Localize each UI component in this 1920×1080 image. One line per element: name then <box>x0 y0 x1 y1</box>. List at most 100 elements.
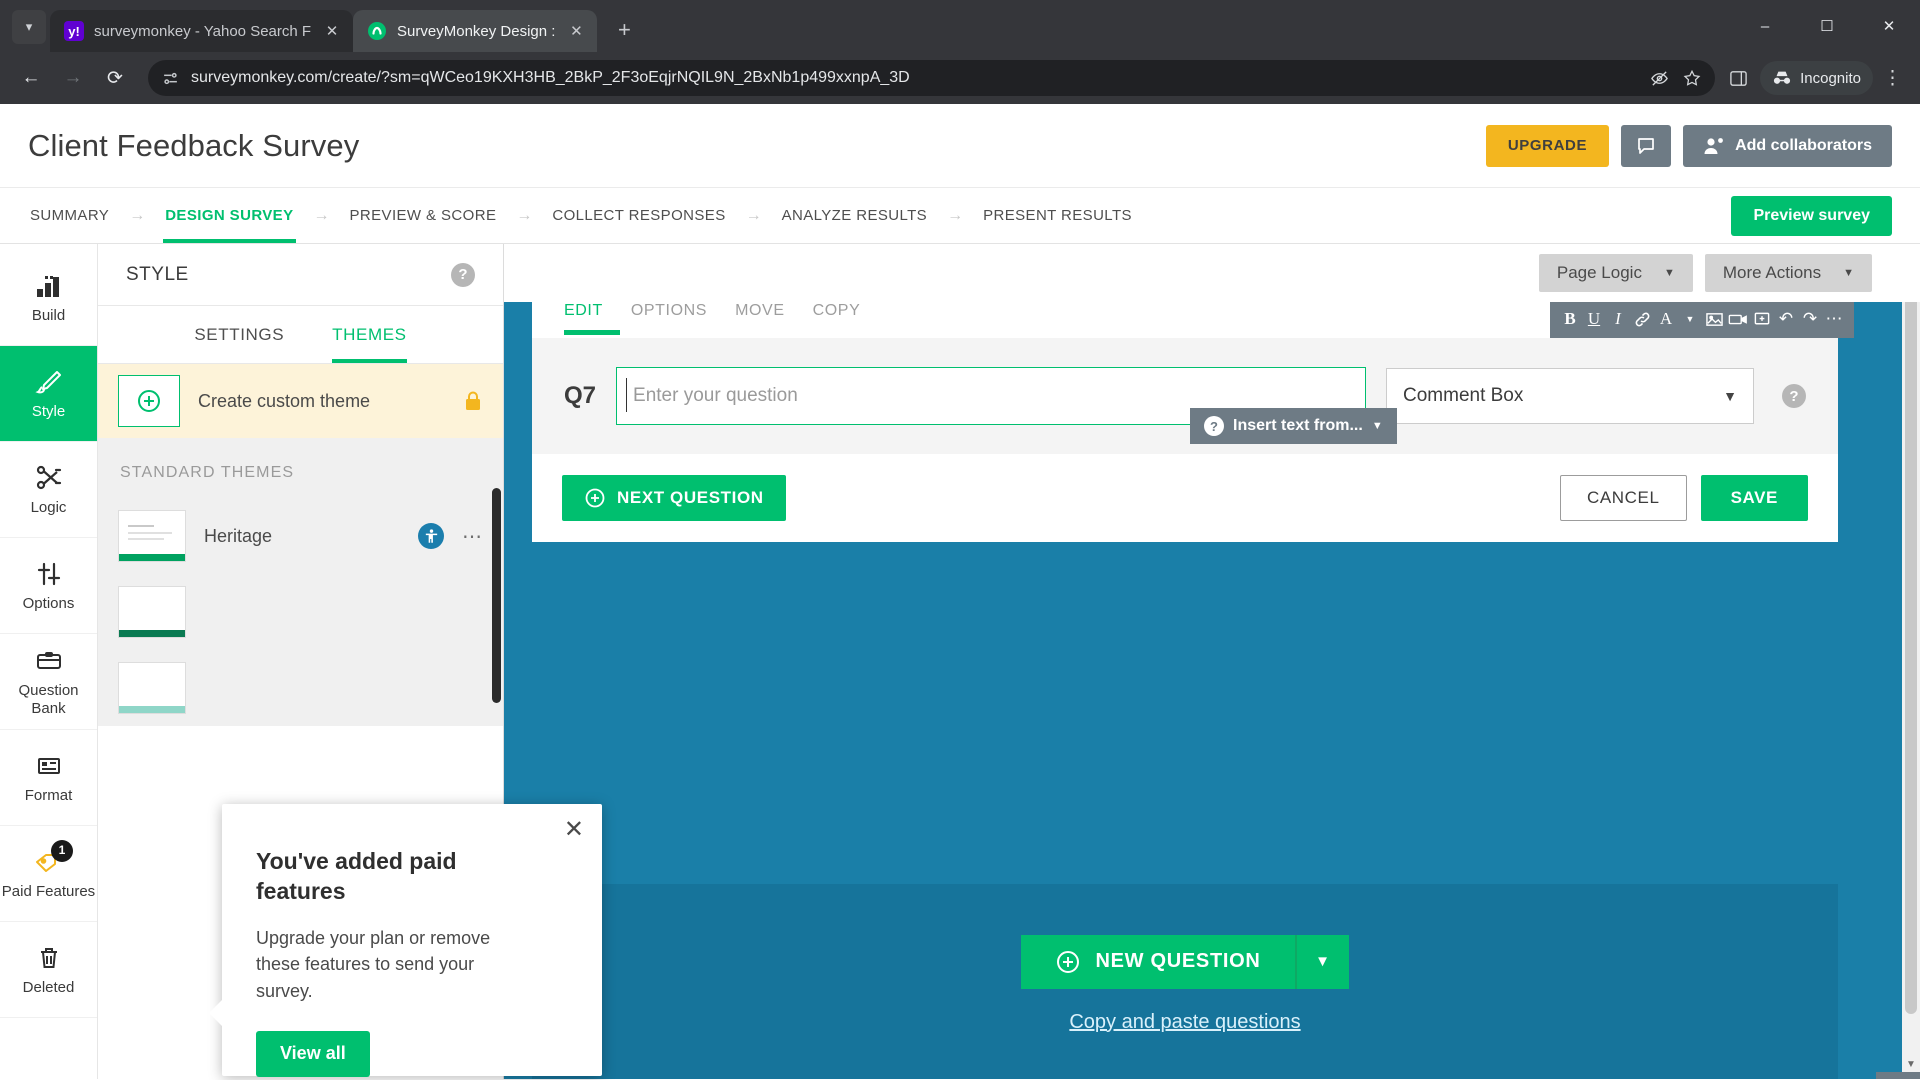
view-all-button[interactable]: View all <box>256 1030 370 1077</box>
page-scrollbar[interactable]: ▲ ▼ <box>1902 244 1920 1079</box>
new-question-button[interactable]: NEW QUESTION <box>1021 934 1295 989</box>
comment-button[interactable] <box>1621 124 1672 167</box>
maximize-icon[interactable]: ☐ <box>1796 0 1858 52</box>
new-tab-button[interactable]: + <box>607 13 641 47</box>
undo-icon[interactable]: ↶ <box>1776 306 1796 332</box>
tab-search-icon[interactable]: ▾ <box>12 10 46 44</box>
new-question-dropdown[interactable]: ▼ <box>1294 934 1349 989</box>
tab-edit[interactable]: EDIT <box>564 302 631 320</box>
tab-themes[interactable]: THEMES <box>332 306 408 363</box>
accessibility-icon[interactable] <box>418 523 444 549</box>
sidebar-item-question-bank[interactable]: Question Bank <box>0 634 97 730</box>
paid-features-badge: 1 <box>51 840 73 862</box>
incognito-label: Incognito <box>1800 69 1861 87</box>
sidebar-label: Style <box>31 402 66 420</box>
forward-icon[interactable]: → <box>54 59 92 97</box>
star-icon[interactable] <box>1683 69 1701 87</box>
bold-icon[interactable]: B <box>1560 306 1580 332</box>
redo-icon[interactable]: ↷ <box>1800 306 1820 332</box>
format-icon <box>35 751 63 781</box>
site-settings-icon[interactable] <box>162 70 179 87</box>
link-icon[interactable] <box>1632 306 1652 332</box>
speech-bubble-icon <box>1635 135 1657 157</box>
tab-move[interactable]: MOVE <box>735 302 813 320</box>
add-collaborators-button[interactable]: Add collaborators <box>1683 124 1892 167</box>
new-question-panel: NEW QUESTION ▼ Copy and paste questions <box>532 884 1838 1079</box>
insert-text-tooltip[interactable]: ? Insert text from... ▼ <box>1190 408 1397 444</box>
nav-arrow-icon: → <box>516 206 533 224</box>
help-icon[interactable]: ? <box>451 262 475 287</box>
question-type-select[interactable]: Comment Box ▼ <box>1386 368 1754 424</box>
kebab-menu-icon[interactable]: ⋮ <box>1877 67 1908 90</box>
rich-text-toolbar: B U I A ▼ ↶ ↷ ⋯ <box>1550 300 1854 338</box>
sidebar-label: Question Bank <box>18 682 79 717</box>
address-bar[interactable]: surveymonkey.com/create/?sm=qWCeo19KXH3H… <box>148 60 1716 96</box>
close-icon[interactable]: ✕ <box>564 818 584 842</box>
create-custom-theme-row[interactable]: Create custom theme <box>98 364 503 438</box>
scrollbar-thumb[interactable] <box>1905 274 1917 1014</box>
eye-off-icon[interactable] <box>1650 69 1669 88</box>
sidebar-item-format[interactable]: Format <box>0 730 97 826</box>
more-actions-label: More Actions <box>1722 263 1822 282</box>
question-edit-card: EDIT OPTIONS MOVE COPY Q7 Enter your que… <box>532 300 1854 542</box>
nav-item-analyze-results[interactable]: ANALYZE RESULTS <box>780 188 929 243</box>
cancel-button[interactable]: CANCEL <box>1559 475 1687 521</box>
style-panel: STYLE ? SETTINGS THEMES Create custom th… <box>98 244 602 1079</box>
close-window-icon[interactable]: ✕ <box>1858 0 1920 52</box>
nav-item-design-survey[interactable]: DESIGN SURVEY <box>163 188 296 243</box>
question-footer: NEXT QUESTION CANCEL SAVE <box>532 454 1838 542</box>
tab-settings[interactable]: SETTINGS <box>194 306 284 363</box>
insert-icon[interactable] <box>1752 306 1772 332</box>
tab-options[interactable]: OPTIONS <box>631 302 735 320</box>
theme-row-heritage[interactable]: Heritage ⋯ <box>98 498 503 574</box>
help-tab[interactable]: Help! ? <box>1876 1072 1920 1079</box>
nav-arrow-icon: → <box>129 206 146 224</box>
tab-title: SurveyMonkey Design : <box>397 22 556 40</box>
new-question-group: NEW QUESTION ▼ <box>1021 934 1349 989</box>
more-icon[interactable]: ⋯ <box>1824 306 1844 332</box>
nav-item-preview-score[interactable]: PREVIEW & SCORE <box>348 188 499 243</box>
theme-name: Heritage <box>204 525 273 546</box>
upgrade-button[interactable]: UPGRADE <box>1485 124 1610 167</box>
sidebar-item-paid-features[interactable]: 1 Paid Features <box>0 826 97 922</box>
browser-tab-0[interactable]: y! surveymonkey - Yahoo Search F ✕ <box>50 10 354 52</box>
tab-copy[interactable]: COPY <box>813 302 889 320</box>
minimize-icon[interactable]: – <box>1734 0 1796 52</box>
nav-item-present-results[interactable]: PRESENT RESULTS <box>981 188 1134 243</box>
sidebar-item-style[interactable]: Style <box>0 346 97 442</box>
standard-themes-header: STANDARD THEMES <box>98 438 503 498</box>
tab-close-icon[interactable]: ✕ <box>565 20 587 42</box>
question-help-icon[interactable]: ? <box>1782 384 1806 408</box>
sidebar-item-logic[interactable]: Logic <box>0 442 97 538</box>
page-logic-button[interactable]: Page Logic ▼ <box>1538 254 1693 292</box>
more-dots-icon[interactable]: ⋯ <box>462 524 483 549</box>
preview-survey-button[interactable]: Preview survey <box>1731 195 1892 236</box>
copy-paste-questions-link[interactable]: Copy and paste questions <box>1069 1011 1300 1034</box>
browser-tab-strip: ▾ y! surveymonkey - Yahoo Search F ✕ Sur… <box>0 0 1920 52</box>
video-icon[interactable] <box>1728 306 1748 332</box>
italic-icon[interactable]: I <box>1608 306 1628 332</box>
nav-item-summary[interactable]: SUMMARY <box>28 188 111 243</box>
incognito-indicator[interactable]: Incognito <box>1760 61 1873 95</box>
image-icon[interactable] <box>1704 306 1724 332</box>
theme-row-partial-1[interactable] <box>98 574 503 650</box>
side-panel-icon[interactable] <box>1729 69 1748 88</box>
more-actions-button[interactable]: More Actions ▼ <box>1704 254 1872 292</box>
chevron-down-icon[interactable]: ▼ <box>1680 306 1700 332</box>
panel-scrollbar[interactable] <box>492 488 501 703</box>
save-button[interactable]: SAVE <box>1700 475 1808 521</box>
reload-icon[interactable]: ⟳ <box>96 59 134 97</box>
sidebar-item-build[interactable]: Build <box>0 250 97 346</box>
nav-item-collect-responses[interactable]: COLLECT RESPONSES <box>550 188 727 243</box>
text-color-icon[interactable]: A <box>1656 306 1676 332</box>
underline-icon[interactable]: U <box>1584 306 1604 332</box>
tab-close-icon[interactable]: ✕ <box>321 20 343 42</box>
next-question-button[interactable]: NEXT QUESTION <box>562 475 786 521</box>
sidebar-item-options[interactable]: Options <box>0 538 97 634</box>
browser-tab-1[interactable]: SurveyMonkey Design : ✕ <box>353 10 598 52</box>
back-icon[interactable]: ← <box>12 59 50 97</box>
sidebar-item-deleted[interactable]: Deleted <box>0 922 97 1018</box>
theme-row-partial-2[interactable] <box>98 650 503 726</box>
chevron-down-icon: ▼ <box>1315 953 1330 970</box>
popup-body: Upgrade your plan or remove these featur… <box>256 927 491 1001</box>
